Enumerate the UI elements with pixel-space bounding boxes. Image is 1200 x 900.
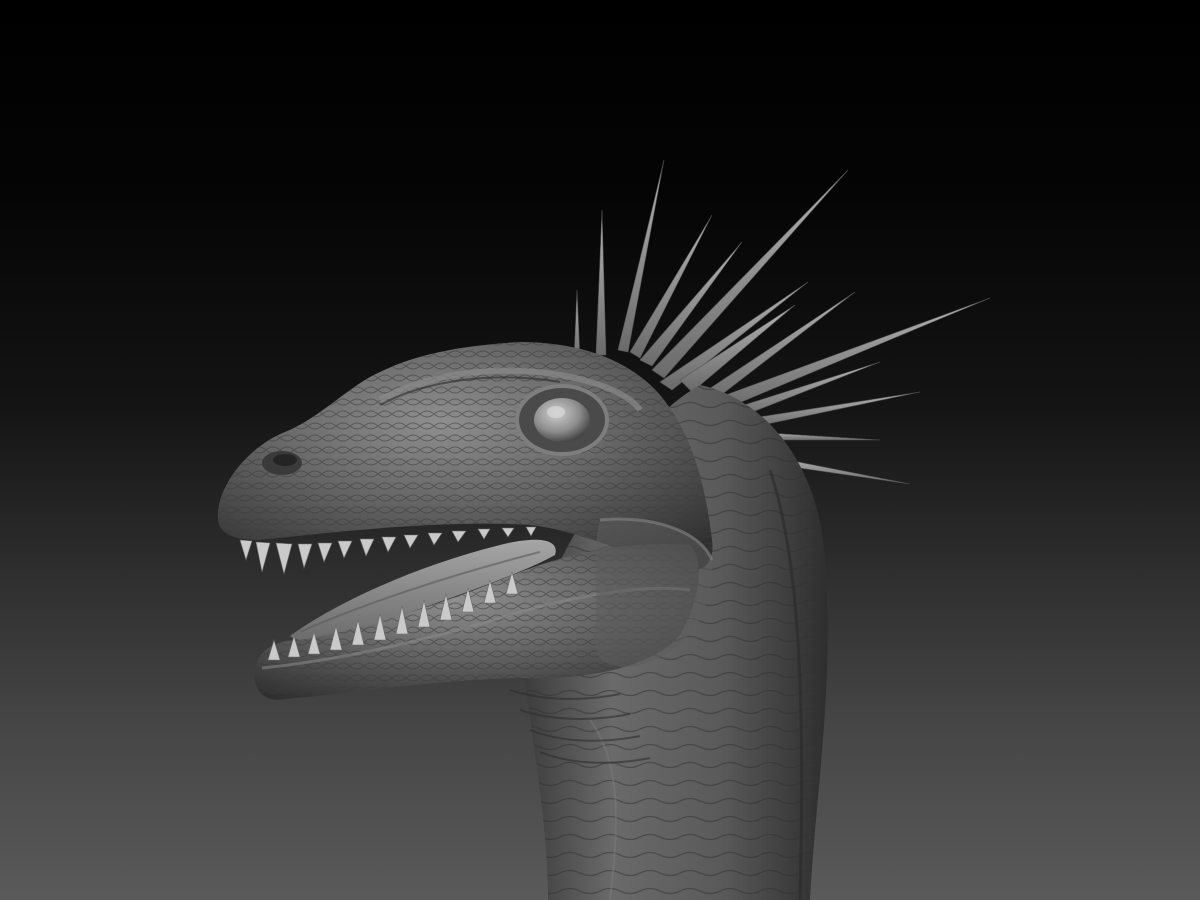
dinosaur-sculpt-render <box>217 159 991 900</box>
eye <box>515 384 609 456</box>
sculpt-viewport <box>0 0 1200 900</box>
